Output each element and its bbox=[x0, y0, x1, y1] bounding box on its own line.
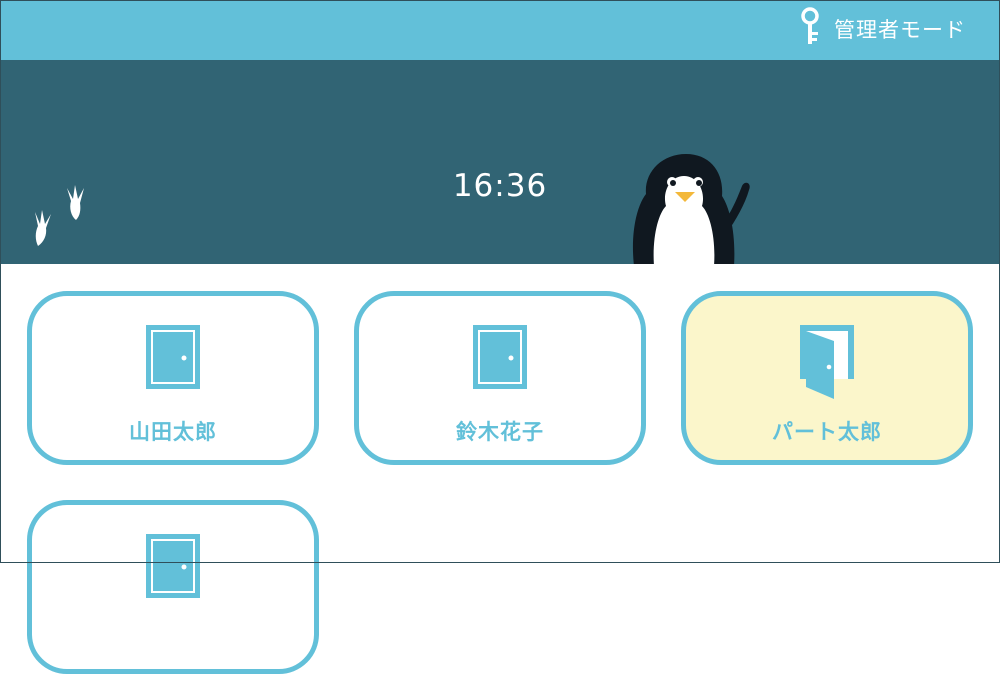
user-name: パート太郎 bbox=[772, 420, 882, 444]
admin-mode-label: 管理者モード bbox=[834, 18, 966, 42]
clock: 16:36 bbox=[452, 168, 548, 204]
user-card-grid: 山田太郎 鈴木花子 パート太郎 bbox=[0, 264, 1000, 674]
penguin-mascot bbox=[624, 150, 764, 264]
hero-banner: 16:36 bbox=[0, 60, 1000, 264]
closed-door-icon bbox=[473, 325, 527, 393]
user-card[interactable]: パート太郎 bbox=[681, 291, 973, 465]
admin-mode-button[interactable]: 管理者モード bbox=[798, 7, 966, 51]
key-icon bbox=[798, 7, 824, 51]
user-card[interactable]: 山田太郎 bbox=[27, 291, 319, 465]
closed-door-icon bbox=[146, 534, 200, 602]
footprints-icon bbox=[18, 180, 98, 256]
top-bar: 管理者モード bbox=[0, 0, 1000, 60]
user-card[interactable]: 鈴木花子 bbox=[354, 291, 646, 465]
user-name: 鈴木花子 bbox=[456, 420, 544, 444]
user-card[interactable] bbox=[27, 500, 319, 674]
closed-door-icon bbox=[146, 325, 200, 393]
user-name: 山田太郎 bbox=[129, 420, 217, 444]
open-door-icon bbox=[800, 325, 854, 413]
